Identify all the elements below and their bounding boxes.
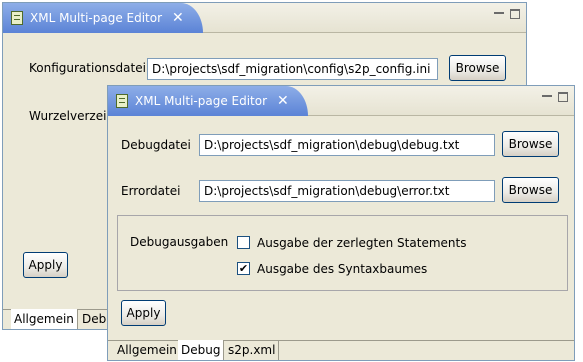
error-browse-button[interactable]: Browse (502, 177, 559, 203)
xml-file-icon (11, 11, 23, 25)
root-dir-label: Wurzelverzeic (29, 109, 114, 123)
tab-allgemein[interactable]: Allgemein (114, 340, 181, 360)
browse-button[interactable]: Browse (449, 55, 506, 81)
debug-output-label: Debugausgaben (130, 235, 229, 249)
page-tab-bar: Allgemein Debug s2p.xml (108, 340, 574, 360)
tab-s2p-xml[interactable]: s2p.xml (225, 340, 280, 360)
statements-checkbox[interactable] (237, 236, 250, 249)
error-file-label: Errordatei (121, 184, 181, 198)
debug-file-label: Debugdatei (121, 138, 191, 152)
debug-browse-button[interactable]: Browse (502, 131, 559, 157)
debug-file-input[interactable]: D:\projects\sdf_migration\debug\debug.tx… (199, 134, 495, 156)
checkmark-icon: ✔ (238, 262, 249, 275)
statements-checkbox-label: Ausgabe der zerlegten Statements (257, 236, 467, 250)
xml-file-icon (116, 94, 128, 108)
close-icon[interactable]: ✕ (277, 93, 289, 109)
tab-allgemein[interactable]: Allgemein (11, 309, 78, 329)
editor-tab[interactable]: XML Multi-page Editor ✕ (108, 86, 308, 116)
minimize-icon[interactable] (542, 95, 552, 99)
apply-button[interactable]: Apply (121, 300, 166, 326)
title-bar: XML Multi-page Editor ✕ (3, 3, 526, 33)
editor-tab[interactable]: XML Multi-page Editor ✕ (3, 3, 203, 33)
apply-button[interactable]: Apply (23, 252, 68, 278)
editor-tab-title: XML Multi-page Editor (135, 94, 268, 108)
config-file-label: Konfigurationsdatei (29, 61, 146, 75)
syntax-tree-checkbox[interactable]: ✔ (237, 262, 250, 275)
editor-tab-title: XML Multi-page Editor (30, 11, 163, 25)
editor-window-front: XML Multi-page Editor ✕ Debugdatei D:\pr… (107, 85, 575, 361)
debug-output-group: Debugausgaben Ausgabe der zerlegten Stat… (117, 215, 568, 291)
maximize-icon[interactable] (558, 92, 568, 102)
minimize-icon[interactable] (494, 12, 504, 16)
title-bar: XML Multi-page Editor ✕ (108, 86, 574, 116)
syntax-tree-checkbox-label: Ausgabe des Syntaxbaumes (257, 262, 428, 276)
tab-debug[interactable]: Deb (79, 309, 111, 329)
error-file-input[interactable]: D:\projects\sdf_migration\debug\error.tx… (199, 180, 495, 202)
maximize-icon[interactable] (510, 9, 520, 19)
config-file-input[interactable]: D:\projects\sdf_migration\config\s2p_con… (147, 58, 438, 80)
close-icon[interactable]: ✕ (172, 10, 184, 26)
tab-debug[interactable]: Debug (178, 340, 225, 360)
